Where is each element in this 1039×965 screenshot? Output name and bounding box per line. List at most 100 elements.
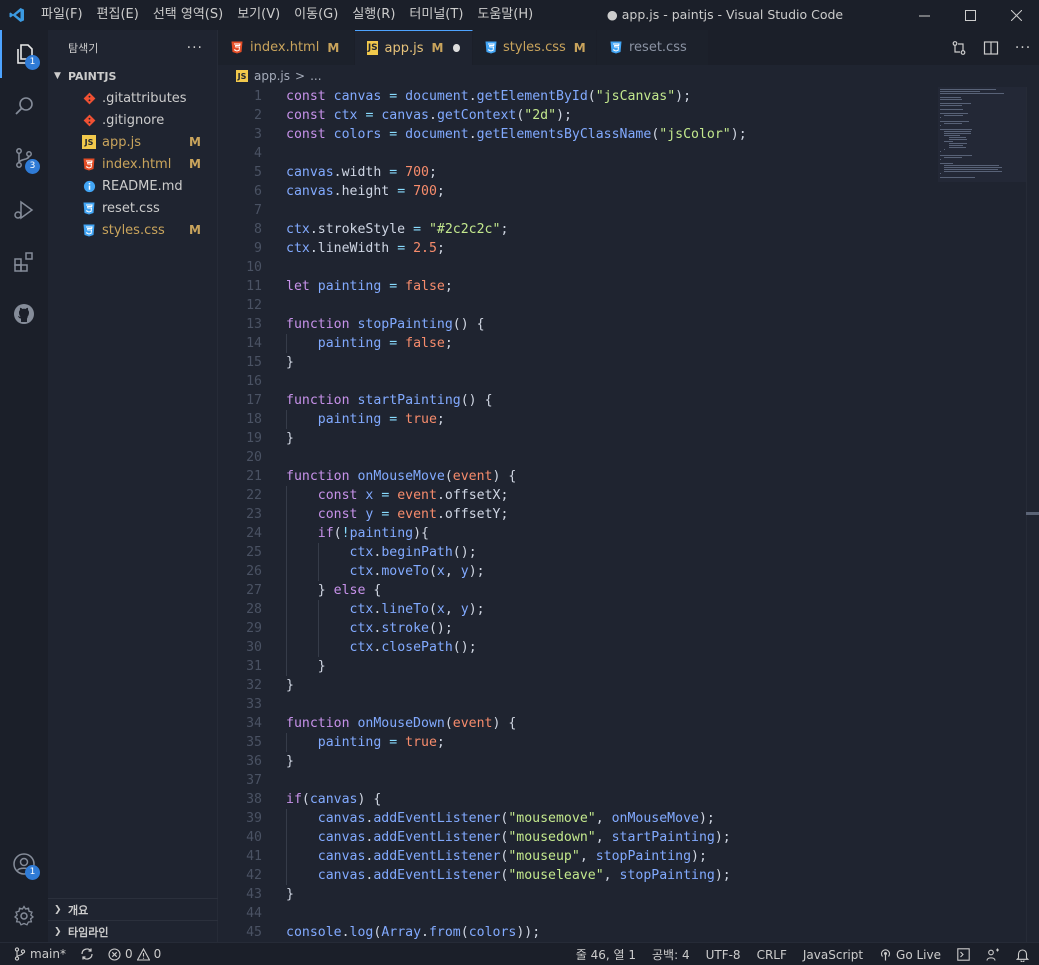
file-app-js[interactable]: JS app.js M [48, 131, 217, 153]
code-line[interactable]: 8 ctx.strokeStyle = "#2c2c2c"; [218, 220, 938, 239]
menu-selection[interactable]: 선택 영역(S) [146, 0, 230, 30]
cursor-position[interactable]: 줄 46, 열 1 [576, 946, 636, 963]
code-line[interactable]: 38 if(canvas) { [218, 790, 938, 809]
tab-styles-css[interactable]: styles.css M [473, 30, 597, 65]
code-line[interactable]: 44 [218, 904, 938, 923]
code-line[interactable]: 24 if(!painting){ [218, 524, 938, 543]
file-gitattributes[interactable]: .gitattributes [48, 87, 217, 109]
code-editor[interactable]: 1 const canvas = document.getElementById(… [218, 87, 1039, 942]
code-line[interactable]: 16 [218, 372, 938, 391]
tab-reset-css[interactable]: reset.css [597, 30, 709, 65]
code-line[interactable]: 27 } else { [218, 581, 938, 600]
github-activity[interactable] [0, 290, 48, 338]
code-line[interactable]: 30 ctx.closePath(); [218, 638, 938, 657]
menu-edit[interactable]: 편집(E) [90, 0, 146, 30]
code-line[interactable]: 12 [218, 296, 938, 315]
language-mode[interactable]: JavaScript [803, 948, 863, 962]
code-line[interactable]: 21 function onMouseMove(event) { [218, 467, 938, 486]
menu-terminal[interactable]: 터미널(T) [402, 0, 470, 30]
file-reset-css[interactable]: reset.css [48, 197, 217, 219]
split-editor-button[interactable] [975, 30, 1007, 65]
code-line[interactable]: 26 ctx.moveTo(x, y); [218, 562, 938, 581]
code-line[interactable]: 33 [218, 695, 938, 714]
extensions-activity[interactable] [0, 238, 48, 286]
more-actions-button[interactable]: ··· [187, 40, 203, 56]
code-line[interactable]: 31 } [218, 657, 938, 676]
code-line[interactable]: 28 ctx.lineTo(x, y); [218, 600, 938, 619]
outline-section[interactable]: ❯ 개요 [48, 898, 218, 920]
scrollbar-thumb[interactable] [1026, 512, 1039, 515]
code-line[interactable]: 18 painting = true; [218, 410, 938, 429]
minimize-button[interactable] [901, 0, 947, 30]
indentation-status[interactable]: 공백: 4 [652, 946, 690, 963]
feedback-button[interactable] [986, 948, 1000, 962]
code-line[interactable]: 39 canvas.addEventListener("mousemove", … [218, 809, 938, 828]
code-line[interactable]: 10 [218, 258, 938, 277]
code-line[interactable]: 34 function onMouseDown(event) { [218, 714, 938, 733]
tab-app-js[interactable]: JS app.js M [355, 30, 473, 65]
menu-help[interactable]: 도움말(H) [470, 0, 540, 30]
file-readme[interactable]: README.md [48, 175, 217, 197]
menu-go[interactable]: 이동(G) [287, 0, 345, 30]
encoding-status[interactable]: UTF-8 [706, 948, 741, 962]
go-live-button[interactable]: Go Live [879, 948, 941, 962]
unsaved-dot-icon[interactable] [453, 44, 460, 52]
code-line[interactable]: 15} [218, 353, 938, 372]
minimap[interactable] [938, 87, 1026, 182]
manage-activity[interactable] [0, 892, 48, 940]
file-index-html[interactable]: index.html M [48, 153, 217, 175]
run-debug-activity[interactable] [0, 186, 48, 234]
file-gitignore[interactable]: .gitignore [48, 109, 217, 131]
eol-status[interactable]: CRLF [757, 948, 787, 962]
code-line[interactable]: 14 painting = false; [218, 334, 938, 353]
more-editor-actions-button[interactable]: ··· [1007, 30, 1039, 65]
code-line[interactable]: 20 [218, 448, 938, 467]
code-line[interactable]: 23 const y = event.offsetY; [218, 505, 938, 524]
tab-index-html[interactable]: index.html M [218, 30, 355, 65]
maximize-button[interactable] [947, 0, 993, 30]
code-line[interactable]: 35 painting = true; [218, 733, 938, 752]
timeline-section[interactable]: ❯ 타임라인 [48, 920, 218, 942]
sync-button[interactable] [80, 947, 94, 961]
code-line[interactable]: 32} [218, 676, 938, 695]
open-changes-button[interactable] [943, 30, 975, 65]
code-line[interactable]: 2 const ctx = canvas.getContext("2d"); [218, 106, 938, 125]
code-line[interactable]: 37 [218, 771, 938, 790]
code-line[interactable]: 17 function startPainting() { [218, 391, 938, 410]
close-button[interactable] [993, 0, 1039, 30]
code-line[interactable]: 9 ctx.lineWidth = 2.5; [218, 239, 938, 258]
code-line[interactable]: 22 const x = event.offsetX; [218, 486, 938, 505]
branch-status[interactable]: main* [14, 947, 66, 961]
code-line[interactable]: 11 let painting = false; [218, 277, 938, 296]
code-line[interactable]: 25 ctx.beginPath(); [218, 543, 938, 562]
code-line[interactable]: 3 const colors = document.getElementsByCl… [218, 125, 938, 144]
code-line[interactable]: 13 function stopPainting() { [218, 315, 938, 334]
code-line[interactable]: 45 console.log(Array.from(colors)); [218, 923, 938, 942]
code-line[interactable]: 6 canvas.height = 700; [218, 182, 938, 201]
accounts-activity[interactable]: 1 [0, 840, 48, 888]
problems-status[interactable]: 0 0 [108, 947, 161, 961]
breadcrumb-symbols[interactable]: ... [310, 69, 321, 83]
code-line[interactable]: 41 canvas.addEventListener("mouseup", st… [218, 847, 938, 866]
menu-view[interactable]: 보기(V) [230, 0, 287, 30]
search-activity[interactable] [0, 82, 48, 130]
code-line[interactable]: 36} [218, 752, 938, 771]
code-line[interactable]: 19} [218, 429, 938, 448]
menu-run[interactable]: 실행(R) [345, 0, 402, 30]
code-line[interactable]: 42 canvas.addEventListener("mouseleave",… [218, 866, 938, 885]
code-line[interactable]: 5 canvas.width = 700; [218, 163, 938, 182]
file-styles-css[interactable]: styles.css M [48, 219, 217, 241]
explorer-activity[interactable]: 1 [0, 30, 48, 78]
code-line[interactable]: 4 [218, 144, 938, 163]
code-line[interactable]: 29 ctx.stroke(); [218, 619, 938, 638]
code-line[interactable]: 40 canvas.addEventListener("mousedown", … [218, 828, 938, 847]
code-line[interactable]: 7 [218, 201, 938, 220]
folder-paintjs[interactable]: ▼ PAINTJS [48, 65, 217, 87]
breadcrumb-file[interactable]: app.js [254, 69, 290, 83]
code-line[interactable]: 43} [218, 885, 938, 904]
code-line[interactable]: 1 const canvas = document.getElementById(… [218, 87, 938, 106]
source-control-activity[interactable]: 3 [0, 134, 48, 182]
menu-file[interactable]: 파일(F) [34, 0, 90, 30]
terminal-toggle[interactable] [957, 948, 970, 961]
notifications-button[interactable] [1016, 948, 1029, 962]
